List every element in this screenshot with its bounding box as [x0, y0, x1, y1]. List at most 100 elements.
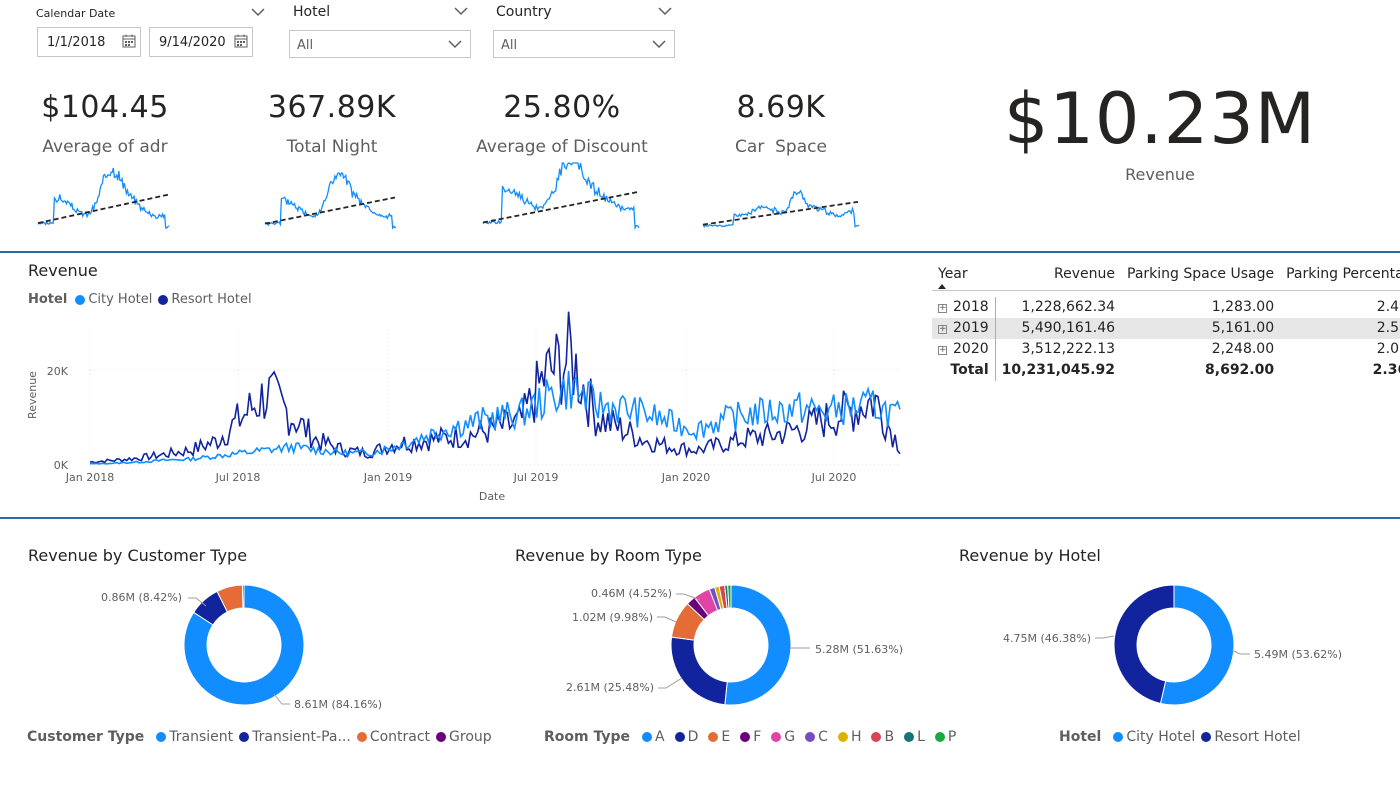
- legend-item-room-p[interactable]: P: [948, 729, 956, 745]
- leader-line: [1095, 635, 1115, 639]
- donut-slice[interactable]: [724, 584, 792, 706]
- kpi-adr-label: Average of adr: [42, 137, 168, 157]
- legend-item-room-a[interactable]: A: [655, 729, 665, 745]
- revenue-chart-title: Revenue: [28, 261, 98, 280]
- revenue-chart-legend: Hotel City Hotel Resort Hotel: [28, 292, 252, 307]
- legend-item-room-g[interactable]: G: [784, 729, 795, 745]
- kpi-nights-label: Total Night: [286, 137, 378, 157]
- calendar-icon[interactable]: [234, 34, 248, 48]
- sparkline-trendline: [37, 193, 169, 224]
- donut-slice[interactable]: [241, 584, 245, 609]
- col-header-revenue[interactable]: Revenue: [995, 262, 1122, 291]
- legend-item-city-hotel[interactable]: City Hotel: [1126, 729, 1195, 745]
- legend-dot: [1201, 732, 1212, 742]
- col-header-parking-usage[interactable]: Parking Space Usage: [1121, 262, 1281, 291]
- country-filter-title: Country: [496, 4, 552, 20]
- revenue-line-chart[interactable]: 20K 0K Jan 2018 Jul 2018 Jan 2019 Jul 20…: [20, 310, 920, 510]
- donut-slice[interactable]: [1113, 584, 1175, 705]
- hotel-label-city: 5.49M (53.62%): [1254, 648, 1342, 661]
- legend-item-group[interactable]: Group: [449, 729, 492, 745]
- legend-item-room-f[interactable]: F: [753, 729, 761, 745]
- sparkline-series: [702, 189, 860, 228]
- legend-dot: [436, 732, 447, 742]
- row-year-cell: +2020: [932, 338, 996, 360]
- legend-item-room-d[interactable]: D: [688, 729, 699, 745]
- legend-item-resort-hotel[interactable]: Resort Hotel: [171, 292, 251, 307]
- legend-title: Room Type: [544, 729, 631, 745]
- legend-dot: [356, 732, 367, 742]
- row-parking: 5,161.00: [1121, 317, 1281, 339]
- calendar-date-title: Calendar Date: [36, 7, 116, 20]
- row-pct: 2.50%: [1280, 317, 1400, 339]
- hotel-donut-title: Revenue by Hotel: [959, 546, 1101, 565]
- series-city-hotel[interactable]: [89, 370, 901, 465]
- legend-item-transient-party[interactable]: Transient-Pa...: [252, 729, 351, 745]
- hotel-dropdown-value: All: [297, 38, 314, 53]
- kpi-revenue-big-label: Revenue: [1125, 165, 1195, 184]
- kpi-discount-sparkline: [482, 162, 640, 230]
- country-dropdown-value: All: [501, 38, 518, 53]
- legend-dot: [934, 732, 945, 742]
- kpi-discount-label: Average of Discount: [476, 137, 648, 157]
- legend-item-room-b[interactable]: B: [884, 729, 894, 745]
- donut-slice[interactable]: [670, 636, 728, 706]
- hotel-label-resort: 4.75M (46.38%): [1003, 632, 1091, 645]
- room-label-g: 0.46M (4.52%): [591, 587, 672, 600]
- row-pct: 2.05%: [1376, 341, 1400, 357]
- legend-item-room-h[interactable]: H: [851, 729, 862, 745]
- donut-room-type[interactable]: [670, 584, 792, 706]
- col-header-parking-pct[interactable]: Parking Percentage: [1280, 262, 1400, 291]
- hotel-dropdown[interactable]: All: [289, 30, 471, 58]
- row-year: 2019: [953, 320, 989, 336]
- legend-item-room-l[interactable]: L: [917, 729, 925, 745]
- country-filter-chevron-icon[interactable]: [658, 6, 672, 16]
- legend-dot: [904, 732, 915, 742]
- kpi-adr-value: $104.45: [41, 90, 169, 125]
- x-tick-jan-2018: Jan 2018: [65, 471, 114, 484]
- customer-donut-title: Revenue by Customer Type: [28, 546, 248, 565]
- kpi-car-space-sparkline: [702, 189, 860, 228]
- row-revenue: 1,228,662.34: [1021, 299, 1116, 315]
- col-header-year[interactable]: Year: [932, 262, 996, 291]
- legend-dot: [837, 732, 848, 742]
- kpi-nights-sparkline: [264, 172, 396, 230]
- series-resort-hotel[interactable]: [89, 311, 901, 464]
- legend-item-transient[interactable]: Transient: [169, 729, 233, 745]
- expand-icon[interactable]: +: [938, 346, 947, 355]
- start-date-input[interactable]: 1/1/2018: [37, 27, 141, 57]
- kpi-discount-value: 25.80%: [503, 90, 621, 125]
- expand-icon[interactable]: +: [938, 304, 947, 313]
- legend-item-room-c[interactable]: C: [818, 729, 828, 745]
- legend-item-room-e[interactable]: E: [721, 729, 730, 745]
- x-axis-label: Date: [479, 490, 506, 503]
- end-date-input[interactable]: 9/14/2020: [149, 27, 253, 57]
- legend-dot: [805, 732, 816, 742]
- calendar-chevron-icon[interactable]: [251, 7, 265, 17]
- country-dropdown[interactable]: All: [493, 30, 675, 58]
- calendar-icon[interactable]: [122, 34, 136, 48]
- x-tick-jan-2019: Jan 2019: [363, 471, 412, 484]
- legend-item-contract[interactable]: Contract: [370, 729, 430, 745]
- legend-item-city-hotel[interactable]: City Hotel: [88, 292, 152, 307]
- legend-title: Customer Type: [27, 729, 145, 745]
- legend-dot: [1113, 732, 1124, 742]
- chart-gridlines: [89, 330, 900, 466]
- table-row: +2019 5,490,161.46 5,161.00 2.50%: [932, 317, 1400, 339]
- section-divider-bottom: [0, 517, 1400, 519]
- chevron-down-icon: [652, 40, 666, 49]
- sparkline-series: [482, 162, 640, 230]
- kpi-revenue-big-value: $10.23M: [1003, 78, 1317, 160]
- x-tick-jul-2019: Jul 2019: [513, 471, 559, 484]
- legend-item-resort-hotel[interactable]: Resort Hotel: [1214, 729, 1300, 745]
- legend-title: Hotel: [1059, 729, 1102, 745]
- sort-ascending-icon: [938, 284, 946, 289]
- y-tick-20k: 20K: [47, 365, 69, 378]
- row-revenue: 5,490,161.46: [995, 317, 1122, 339]
- total-pct: 2.36%: [1372, 362, 1400, 378]
- leader-line: [658, 677, 683, 689]
- donut-hotel[interactable]: [1113, 584, 1235, 706]
- table-row: +2020 3,512,222.13 2,248.00 2.05%: [932, 338, 1400, 360]
- kpi-car-space-value: 8.69K: [736, 90, 826, 125]
- hotel-filter-chevron-icon[interactable]: [454, 6, 468, 16]
- expand-icon[interactable]: +: [938, 325, 947, 334]
